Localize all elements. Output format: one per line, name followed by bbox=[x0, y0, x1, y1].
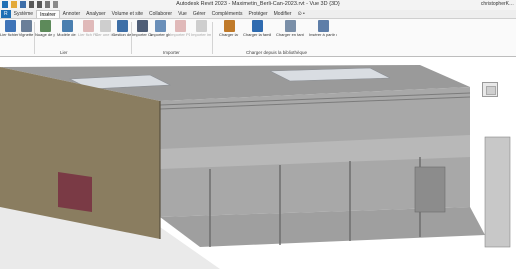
stair-tower bbox=[484, 136, 511, 248]
load-as-group-button[interactable]: Charger en tant que groupe bbox=[276, 20, 304, 38]
tab-collaborer[interactable]: Collaborer bbox=[146, 10, 175, 18]
viewcube-icon[interactable] bbox=[482, 82, 498, 97]
cad-icon bbox=[136, 20, 148, 32]
ribbon-panel: Lier fichier IFC Vignette Nuage de point… bbox=[0, 19, 516, 57]
import-cad-button[interactable]: Importer CAO bbox=[132, 20, 152, 38]
vignette-icon bbox=[20, 20, 32, 32]
manage-links-button[interactable]: Gestion des liens bbox=[112, 20, 132, 38]
point-cloud-button[interactable]: Nuage de points bbox=[35, 20, 55, 38]
tab-gerer[interactable]: Gérer bbox=[190, 10, 209, 18]
tab-proteger[interactable]: Protéger bbox=[245, 10, 270, 18]
tab-vue[interactable]: Vue bbox=[175, 10, 190, 18]
manage-links-icon bbox=[116, 20, 128, 32]
user-account[interactable]: christopherK… bbox=[481, 1, 514, 7]
load-autodesk-family-button[interactable]: Charger la famille Autodesk bbox=[243, 20, 271, 38]
window-title: Autodesk Revit 2023 - Maximetin_Berli-Ca… bbox=[176, 1, 340, 7]
import-gbxml-button[interactable]: Importer gbXML bbox=[150, 20, 170, 38]
tab-file[interactable]: R bbox=[1, 10, 11, 18]
coordination-model-button[interactable]: Modèle de coordination bbox=[57, 20, 77, 38]
gbxml-icon bbox=[154, 20, 166, 32]
tab-analyser[interactable]: Analyser bbox=[83, 10, 108, 18]
image-icon bbox=[195, 20, 207, 32]
panel-label-charger: Charger depuis la bibliothèque bbox=[246, 50, 308, 55]
tab-modifier[interactable]: Modifier bbox=[271, 10, 295, 18]
ifc-icon bbox=[4, 20, 16, 32]
insert-file-icon bbox=[317, 20, 329, 32]
panel-label-importer: Importer bbox=[163, 50, 180, 55]
building-model[interactable] bbox=[0, 57, 516, 269]
autodesk-family-icon bbox=[251, 20, 263, 32]
image-icon bbox=[99, 20, 111, 32]
tab-complements[interactable]: Compléments bbox=[209, 10, 246, 18]
pdf-icon bbox=[174, 20, 186, 32]
garage-door bbox=[414, 166, 446, 213]
3d-viewport[interactable] bbox=[0, 57, 516, 269]
import-image-button[interactable]: Importer image bbox=[191, 20, 211, 38]
panel-label-lier: Lier bbox=[60, 50, 68, 55]
tab-volume-et-site[interactable]: Volume et site bbox=[109, 10, 146, 18]
group-icon bbox=[284, 20, 296, 32]
load-family-button[interactable]: Charger la famille bbox=[219, 20, 239, 38]
window bbox=[58, 172, 92, 212]
title-bar: Autodesk Revit 2023 - Maximetin_Berli-Ca… bbox=[0, 0, 516, 10]
panel-separator bbox=[212, 22, 213, 54]
point-cloud-icon bbox=[39, 20, 51, 32]
ribbon-tabs: R Système Insérer Annoter Analyser Volum… bbox=[0, 10, 516, 19]
tab-systeme[interactable]: Système bbox=[11, 10, 36, 18]
pdf-icon bbox=[82, 20, 94, 32]
tab-annoter[interactable]: Annoter bbox=[60, 10, 84, 18]
tab-inserer[interactable]: Insérer bbox=[36, 10, 60, 18]
coordination-model-icon bbox=[61, 20, 73, 32]
tab-extra[interactable]: ⊙ • bbox=[294, 10, 307, 18]
import-pdf-button[interactable]: Importer PDF bbox=[170, 20, 190, 38]
insert-from-file-button[interactable]: Insérer à partir du fichier bbox=[309, 20, 337, 38]
load-family-icon bbox=[223, 20, 235, 32]
vignette-button[interactable]: Vignette bbox=[16, 20, 36, 38]
